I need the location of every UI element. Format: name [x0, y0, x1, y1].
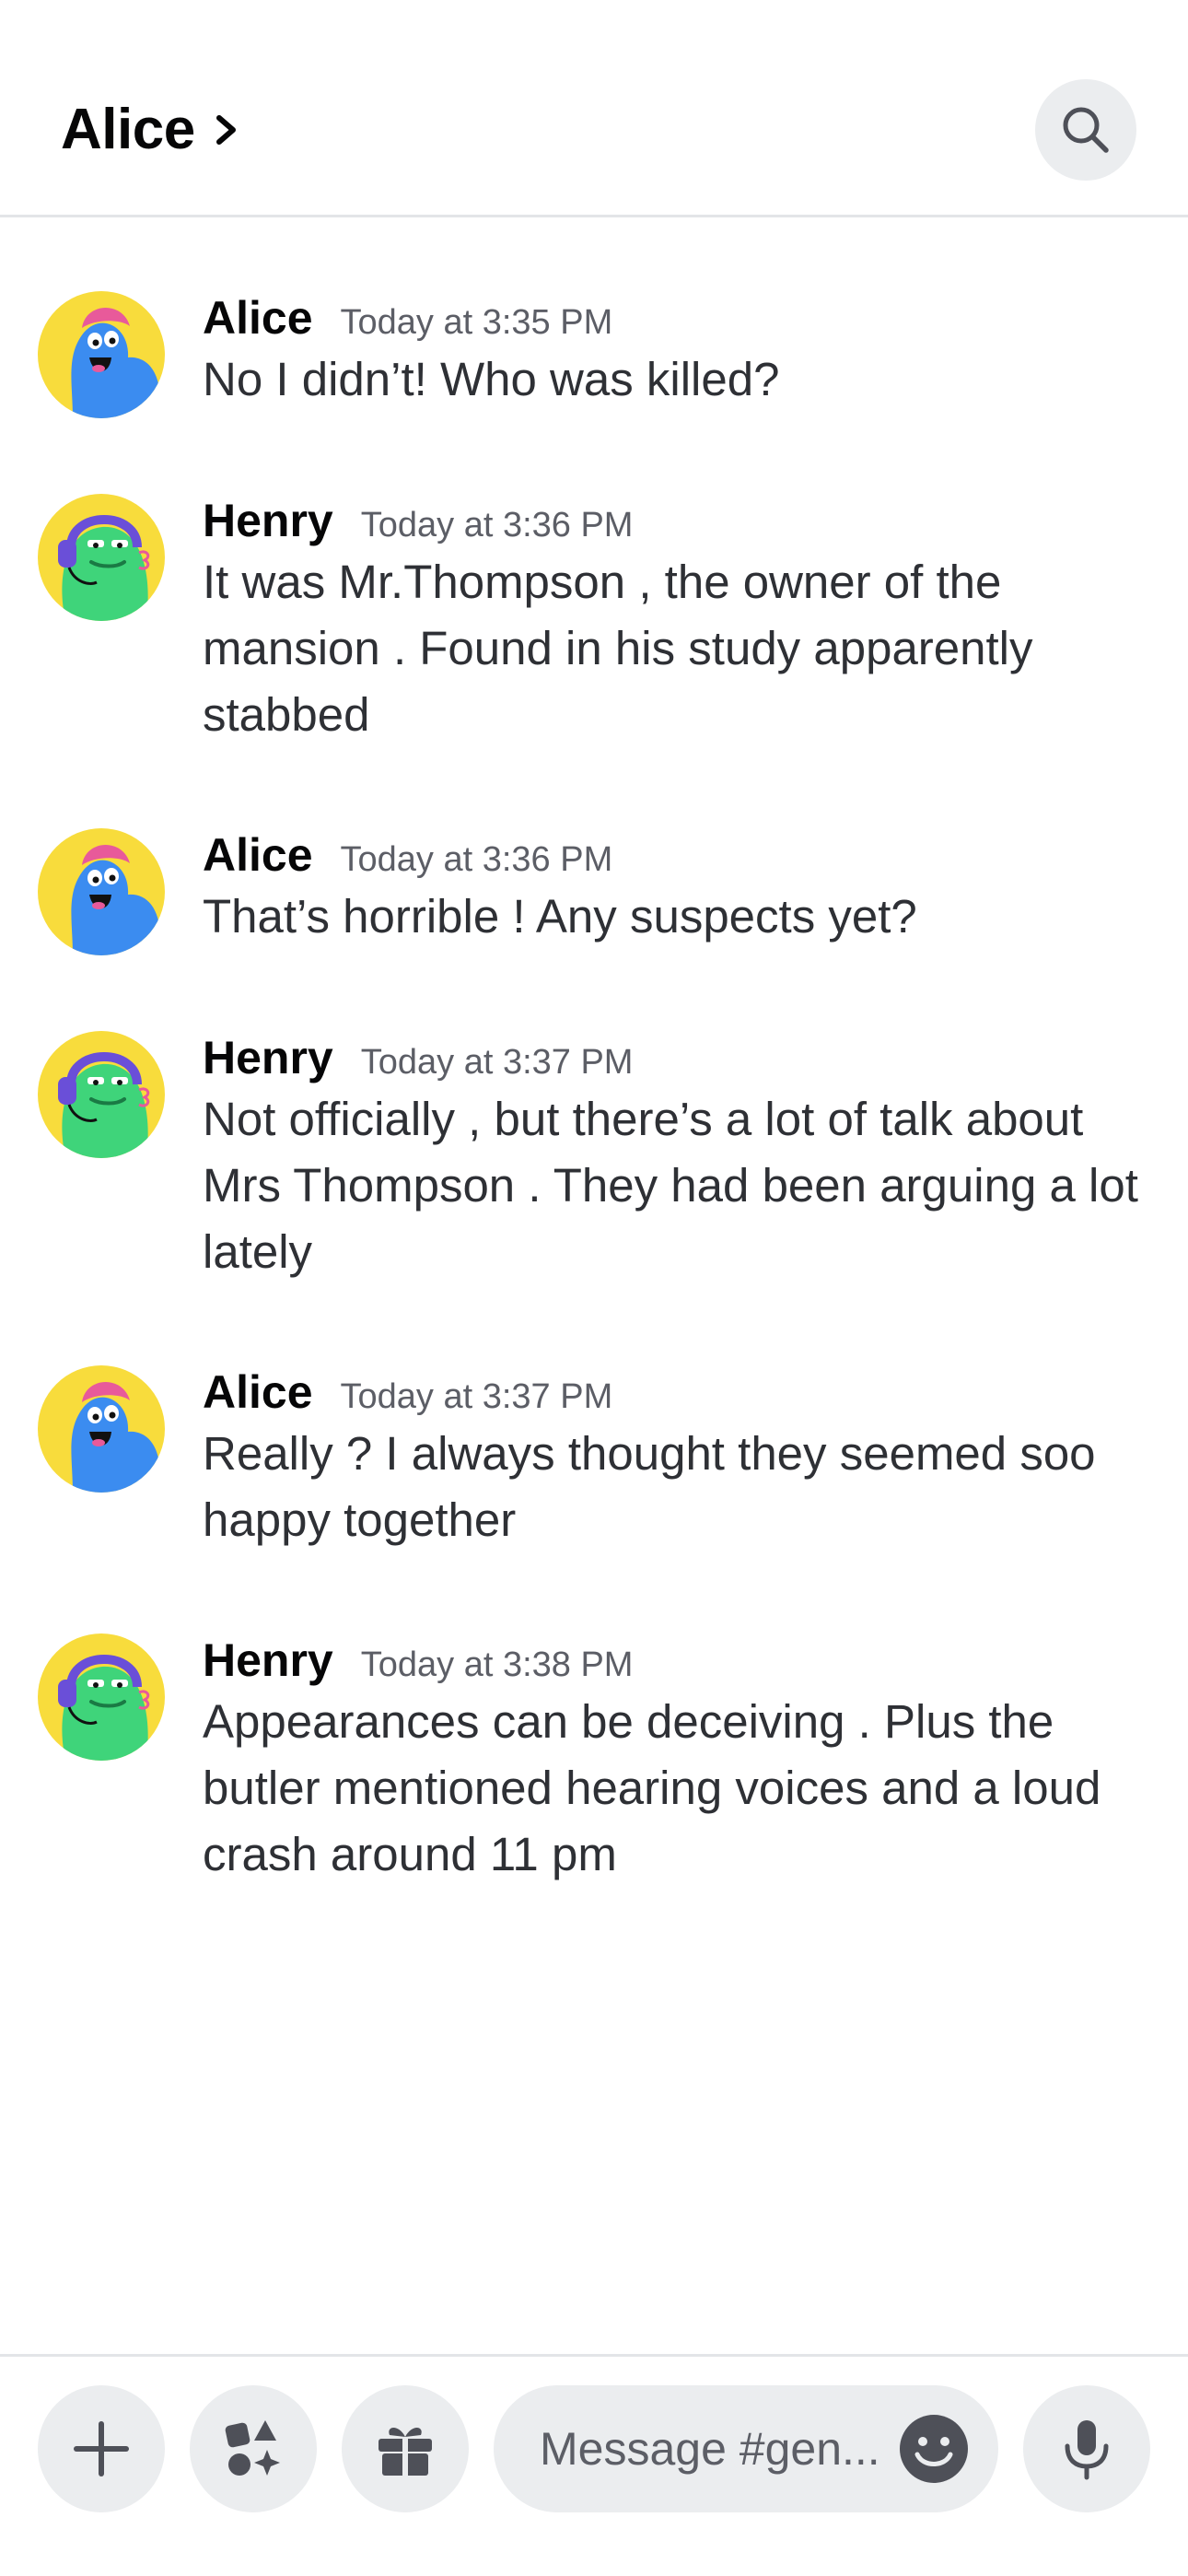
gift-button[interactable] — [342, 2385, 469, 2512]
message-text: Appearances can be deceiving . Plus the … — [203, 1695, 1101, 1880]
emoji-icon[interactable] — [899, 2414, 969, 2484]
chat-header: Alice — [0, 0, 1188, 217]
alice-avatar[interactable] — [38, 828, 165, 955]
apps-button[interactable] — [190, 2385, 317, 2512]
message-author[interactable]: Henry — [203, 1031, 333, 1084]
search-button[interactable] — [1035, 79, 1136, 181]
message-input[interactable]: Message #gen... — [494, 2385, 998, 2512]
message-text: It was Mr.Thompson , the owner of the ma… — [203, 556, 1033, 741]
henry-avatar[interactable] — [38, 1633, 165, 1761]
apps-icon — [225, 2420, 280, 2476]
message-timestamp: Today at 3:36 PM — [340, 840, 613, 879]
chevron-right-icon — [215, 114, 236, 145]
message-text: That’s horrible ! Any suspects yet? — [203, 890, 917, 943]
message-author[interactable]: Alice — [203, 1365, 313, 1419]
message-timestamp: Today at 3:36 PM — [360, 506, 634, 544]
message-author[interactable]: Henry — [203, 1633, 333, 1687]
gift-icon — [379, 2428, 432, 2476]
channel-name: Alice — [61, 98, 195, 161]
message-timestamp: Today at 3:37 PM — [360, 1043, 634, 1082]
channel-title[interactable]: Alice — [61, 97, 245, 162]
message-timestamp: Today at 3:37 PM — [340, 1377, 613, 1416]
search-icon — [1063, 107, 1109, 153]
alice-avatar[interactable] — [38, 291, 165, 418]
henry-avatar[interactable] — [38, 1031, 165, 1158]
voice-message-button[interactable] — [1023, 2385, 1150, 2512]
message-input-placeholder: Message #gen... — [540, 2423, 880, 2475]
message-text: Not officially , but there’s a lot of ta… — [203, 1093, 1138, 1278]
message-timestamp: Today at 3:38 PM — [360, 1645, 634, 1684]
message-author[interactable]: Henry — [203, 494, 333, 547]
alice-avatar[interactable] — [38, 1365, 165, 1493]
plus-icon — [74, 2421, 129, 2476]
microphone-icon — [1065, 2420, 1109, 2480]
message-timestamp: Today at 3:35 PM — [340, 303, 613, 342]
henry-avatar[interactable] — [38, 494, 165, 621]
message-text: Really ? I always thought they seemed so… — [203, 1427, 1096, 1546]
message-text: No I didn’t! Who was killed? — [203, 353, 780, 405]
add-attachment-button[interactable] — [38, 2385, 165, 2512]
composer-bar: Message #gen... — [0, 2354, 1188, 2576]
message-author[interactable]: Alice — [203, 291, 313, 345]
message-author[interactable]: Alice — [203, 828, 313, 882]
